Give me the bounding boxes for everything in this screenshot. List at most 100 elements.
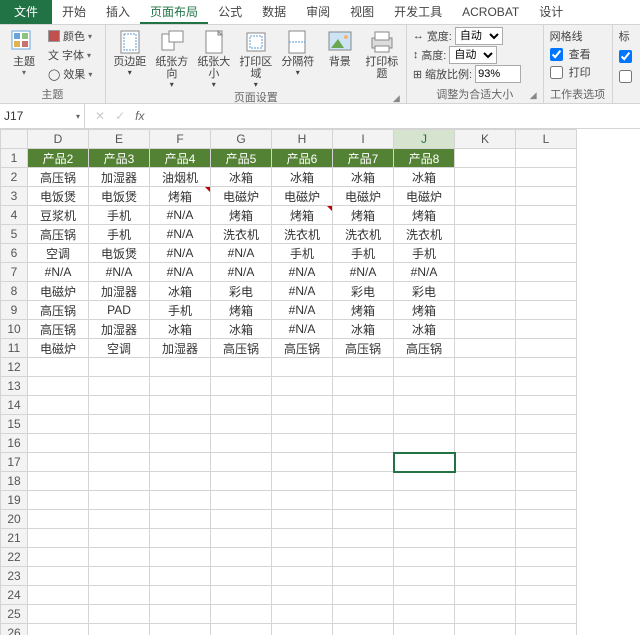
gridlines-print-check[interactable]: 打印 (548, 63, 593, 81)
tab-file[interactable]: 文件 (0, 0, 52, 24)
cell-K21[interactable] (455, 529, 516, 548)
row-header-17[interactable]: 17 (1, 453, 28, 472)
row-header-22[interactable]: 22 (1, 548, 28, 567)
tab-formulas[interactable]: 公式 (208, 0, 252, 24)
cell-G13[interactable] (211, 377, 272, 396)
select-all-corner[interactable] (1, 130, 28, 149)
row-header-3[interactable]: 3 (1, 187, 28, 206)
cell-D1[interactable]: 产品2 (28, 149, 89, 168)
cell-J10[interactable]: 冰箱 (394, 320, 455, 339)
cell-L12[interactable] (516, 358, 577, 377)
cell-J11[interactable]: 高压锅 (394, 339, 455, 358)
cell-I13[interactable] (333, 377, 394, 396)
cell-G23[interactable] (211, 567, 272, 586)
tab-design[interactable]: 设计 (529, 0, 573, 24)
cell-F9[interactable]: 手机 (150, 301, 211, 320)
row-header-7[interactable]: 7 (1, 263, 28, 282)
col-header-H[interactable]: H (272, 130, 333, 149)
enter-icon[interactable]: ✓ (115, 109, 125, 123)
cell-L16[interactable] (516, 434, 577, 453)
cell-J21[interactable] (394, 529, 455, 548)
cell-L4[interactable] (516, 206, 577, 225)
cell-F3[interactable]: 烤箱 (150, 187, 211, 206)
cell-F24[interactable] (150, 586, 211, 605)
col-header-E[interactable]: E (89, 130, 150, 149)
cell-D24[interactable] (28, 586, 89, 605)
cell-J9[interactable]: 烤箱 (394, 301, 455, 320)
row-header-5[interactable]: 5 (1, 225, 28, 244)
cell-H23[interactable] (272, 567, 333, 586)
cell-E7[interactable]: #N/A (89, 263, 150, 282)
cell-J18[interactable] (394, 472, 455, 491)
cell-J13[interactable] (394, 377, 455, 396)
cell-L21[interactable] (516, 529, 577, 548)
cell-F6[interactable]: #N/A (150, 244, 211, 263)
row-header-26[interactable]: 26 (1, 624, 28, 635)
cancel-icon[interactable]: ✕ (95, 109, 105, 123)
cell-H14[interactable] (272, 396, 333, 415)
name-box[interactable]: J17▾ (0, 104, 85, 128)
row-header-6[interactable]: 6 (1, 244, 28, 263)
cell-F19[interactable] (150, 491, 211, 510)
row-header-21[interactable]: 21 (1, 529, 28, 548)
cell-H15[interactable] (272, 415, 333, 434)
cell-J6[interactable]: 手机 (394, 244, 455, 263)
cell-D4[interactable]: 豆浆机 (28, 206, 89, 225)
cell-I3[interactable]: 电磁炉 (333, 187, 394, 206)
cell-E25[interactable] (89, 605, 150, 624)
cell-I9[interactable]: 烤箱 (333, 301, 394, 320)
cell-E20[interactable] (89, 510, 150, 529)
cell-J3[interactable]: 电磁炉 (394, 187, 455, 206)
cell-K14[interactable] (455, 396, 516, 415)
cell-I8[interactable]: 彩电 (333, 282, 394, 301)
cell-D19[interactable] (28, 491, 89, 510)
cell-K25[interactable] (455, 605, 516, 624)
cell-K6[interactable] (455, 244, 516, 263)
cell-L6[interactable] (516, 244, 577, 263)
cell-I18[interactable] (333, 472, 394, 491)
cell-D20[interactable] (28, 510, 89, 529)
cell-J2[interactable]: 冰箱 (394, 168, 455, 187)
cell-J25[interactable] (394, 605, 455, 624)
cell-H17[interactable] (272, 453, 333, 472)
cell-F1[interactable]: 产品4 (150, 149, 211, 168)
cell-J1[interactable]: 产品8 (394, 149, 455, 168)
cell-K7[interactable] (455, 263, 516, 282)
cell-H4[interactable]: 烤箱 (272, 206, 333, 225)
cell-H8[interactable]: #N/A (272, 282, 333, 301)
cell-L1[interactable] (516, 149, 577, 168)
col-header-J[interactable]: J (394, 130, 455, 149)
cell-F12[interactable] (150, 358, 211, 377)
col-header-I[interactable]: I (333, 130, 394, 149)
cell-K22[interactable] (455, 548, 516, 567)
cell-J20[interactable] (394, 510, 455, 529)
cell-L25[interactable] (516, 605, 577, 624)
cell-G16[interactable] (211, 434, 272, 453)
cell-H9[interactable]: #N/A (272, 301, 333, 320)
col-header-L[interactable]: L (516, 130, 577, 149)
cell-H13[interactable] (272, 377, 333, 396)
row-header-4[interactable]: 4 (1, 206, 28, 225)
fx-icon[interactable]: fx (135, 109, 144, 123)
cell-J15[interactable] (394, 415, 455, 434)
cell-G7[interactable]: #N/A (211, 263, 272, 282)
cell-E14[interactable] (89, 396, 150, 415)
cell-K15[interactable] (455, 415, 516, 434)
cell-L2[interactable] (516, 168, 577, 187)
cell-G6[interactable]: #N/A (211, 244, 272, 263)
cell-K13[interactable] (455, 377, 516, 396)
cell-L26[interactable] (516, 624, 577, 635)
tab-review[interactable]: 审阅 (296, 0, 340, 24)
margins-button[interactable]: 页边距▾ (110, 27, 150, 77)
cell-F10[interactable]: 冰箱 (150, 320, 211, 339)
cell-I6[interactable]: 手机 (333, 244, 394, 263)
cell-D12[interactable] (28, 358, 89, 377)
cell-D5[interactable]: 高压锅 (28, 225, 89, 244)
cell-D22[interactable] (28, 548, 89, 567)
cell-G25[interactable] (211, 605, 272, 624)
cell-K23[interactable] (455, 567, 516, 586)
cell-K24[interactable] (455, 586, 516, 605)
cell-H16[interactable] (272, 434, 333, 453)
cell-E5[interactable]: 手机 (89, 225, 150, 244)
scale-dialog-icon[interactable]: ◢ (530, 90, 537, 101)
